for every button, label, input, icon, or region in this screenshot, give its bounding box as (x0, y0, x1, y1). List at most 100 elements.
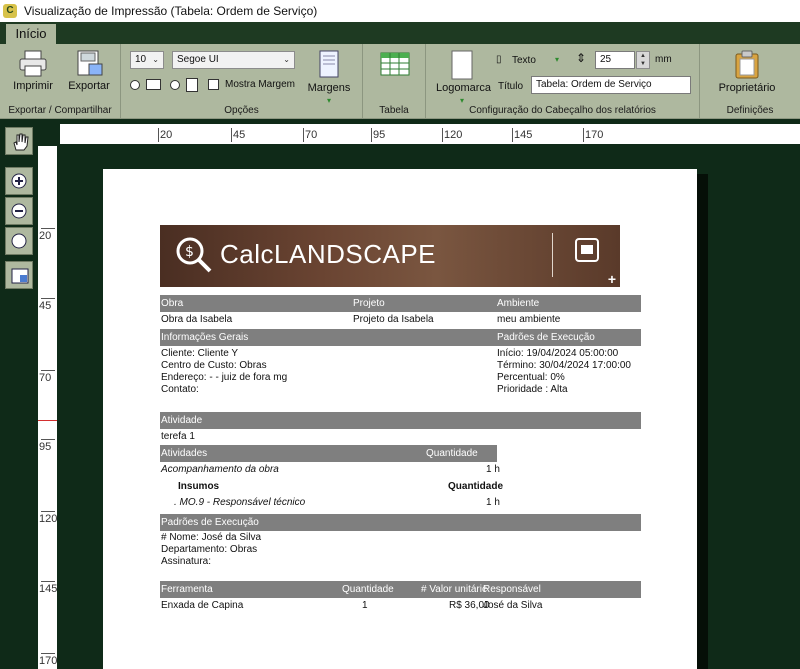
app-icon: C (3, 4, 17, 18)
add-logo-icon[interactable]: + (608, 271, 616, 287)
font-name-value: Segoe UI (177, 54, 219, 65)
svg-text:$: $ (185, 244, 194, 260)
title-bar: C Visualização de Impressão (Tabela: Ord… (0, 0, 800, 22)
left-toolbar (0, 120, 38, 669)
font-size-select[interactable]: 10 ⌄ (130, 51, 164, 69)
portrait-radio[interactable] (130, 80, 140, 90)
ruler-label: 70 (39, 372, 52, 384)
landscape-logo-icon (575, 238, 599, 262)
text-toggle[interactable]: Texto (512, 55, 536, 66)
landscape-page-icon (146, 79, 161, 90)
execution-header: Padrões de Execução (497, 332, 595, 343)
header-size-input[interactable]: 25 (595, 51, 635, 69)
text-dropdown-icon[interactable]: ▾ (555, 55, 559, 64)
dropdown-arrow-icon: ▾ (326, 96, 331, 105)
landscape-radio[interactable] (170, 80, 180, 90)
header-row-info: Informações Gerais Padrões de Execução (160, 329, 641, 346)
logo-label: Logomarca (436, 82, 492, 94)
projeto-value: Projeto da Isabela (353, 314, 434, 325)
tools-row-qty: 1 (362, 600, 368, 611)
header-row-atividade: Atividade (160, 412, 641, 429)
tools-row-resp: José da Silva (483, 600, 543, 611)
export-button[interactable]: Exportar (64, 50, 114, 92)
clipboard-icon (735, 50, 759, 79)
chevron-down-icon: ⌄ (283, 55, 290, 64)
tools-col-resp: Responsável (483, 584, 541, 595)
options-group-label: Opções (224, 105, 259, 116)
ruler-label: 145 (514, 129, 533, 141)
size-icon: ⇕ (576, 51, 587, 65)
export-label: Exportar (68, 80, 110, 92)
logo-page-icon (451, 50, 473, 80)
chevron-down-icon: ⌄ (152, 55, 159, 64)
margins-button[interactable]: Margens ▾ (307, 50, 351, 106)
exec-line: Assinatura: (161, 556, 212, 567)
zoom-in-button[interactable] (5, 167, 33, 195)
supplies-header: Insumos (178, 481, 220, 492)
logo-button[interactable]: Logomarca ▾ (436, 50, 492, 106)
definitions-group-label: Definições (726, 105, 774, 116)
obra-value: Obra da Isabela (161, 314, 233, 325)
info-line: Cliente: Cliente Y (161, 348, 239, 359)
table-group-label: Tabela (379, 105, 409, 116)
tools-col-tool: Ferramenta (161, 584, 213, 595)
page-view-button[interactable] (5, 261, 33, 289)
supplies-qty-header: Quantidade (448, 481, 504, 492)
owner-button[interactable]: Proprietário (710, 50, 784, 94)
activities-header: Atividades (161, 448, 208, 459)
report-banner: $ CalcLANDSCAPE + (160, 225, 620, 287)
show-margin-checkbox[interactable] (208, 79, 219, 90)
export-group: Imprimir Exportar Exportar / Compartilha… (0, 44, 121, 119)
export-group-label: Exportar / Compartilhar (8, 105, 112, 116)
ruler-label: 20 (39, 230, 52, 242)
table-button[interactable] (377, 50, 413, 82)
ruler-label: 45 (233, 129, 246, 141)
font-size-value: 10 (135, 54, 147, 65)
header-size-spinner[interactable]: ▲ ▼ (636, 51, 650, 69)
exec-line: # Nome: José da Silva (161, 532, 262, 543)
printer-icon (19, 50, 47, 77)
show-margin-label: Mostra Margem (225, 79, 296, 90)
text-icon: ▯ (496, 54, 502, 65)
activity-value: terefa 1 (161, 431, 195, 442)
ruler-label: 95 (373, 129, 386, 141)
col-projeto: Projeto (353, 298, 385, 309)
execution-line: Término: 30/04/2024 17:00:00 (497, 360, 631, 371)
execution-line: Início: 19/04/2024 05:00:00 (497, 348, 619, 359)
report-page: $ CalcLANDSCAPE + Obra Projeto Ambiente … (103, 169, 697, 669)
activity-row-name: Acompanhamento da obra (161, 464, 279, 475)
ribbon-tab-strip: Início (0, 22, 800, 44)
activities-qty-header: Quantidade (426, 448, 478, 459)
zoom-fit-icon (11, 233, 27, 249)
tools-row-tool: Enxada de Capina (161, 600, 244, 611)
header-title-input[interactable]: Tabela: Ordem de Serviço (531, 76, 691, 94)
exec-header: Padrões de Execução (161, 517, 259, 528)
info-header: Informações Gerais (161, 332, 249, 343)
ruler-label: 170 (39, 655, 58, 667)
dropdown-arrow-icon: ▾ (459, 96, 464, 105)
zoom-out-button[interactable] (5, 197, 33, 225)
activity-header: Atividade (161, 415, 203, 426)
print-button[interactable]: Imprimir (8, 50, 58, 92)
ruler-label: 20 (160, 129, 173, 141)
zoom-in-icon (11, 173, 27, 189)
cursor-position-marker (38, 420, 57, 421)
table-icon (380, 52, 410, 76)
supply-row-qty: 1 h (486, 497, 500, 508)
hand-tool-button[interactable] (5, 127, 33, 155)
definitions-group: Proprietário Definições (700, 44, 800, 119)
info-line: Contato: (161, 384, 199, 395)
print-label: Imprimir (13, 80, 53, 92)
table-group: Tabela (363, 44, 426, 119)
ruler-label: 120 (444, 129, 463, 141)
ruler-label: 70 (305, 129, 318, 141)
zoom-fit-button[interactable] (5, 227, 33, 255)
ruler-label: 170 (585, 129, 604, 141)
calc-search-logo-icon: $ (176, 237, 212, 273)
tools-col-unit: # Valor unitáric (421, 584, 487, 595)
tab-inicio[interactable]: Início (6, 24, 56, 44)
options-group: 10 ⌄ Segoe UI ⌄ Mostra Margem Margens ▾ … (121, 44, 363, 119)
brand-name: CalcLANDSCAPE (220, 239, 437, 269)
font-name-select[interactable]: Segoe UI ⌄ (172, 51, 295, 69)
margins-label: Margens (307, 82, 351, 94)
